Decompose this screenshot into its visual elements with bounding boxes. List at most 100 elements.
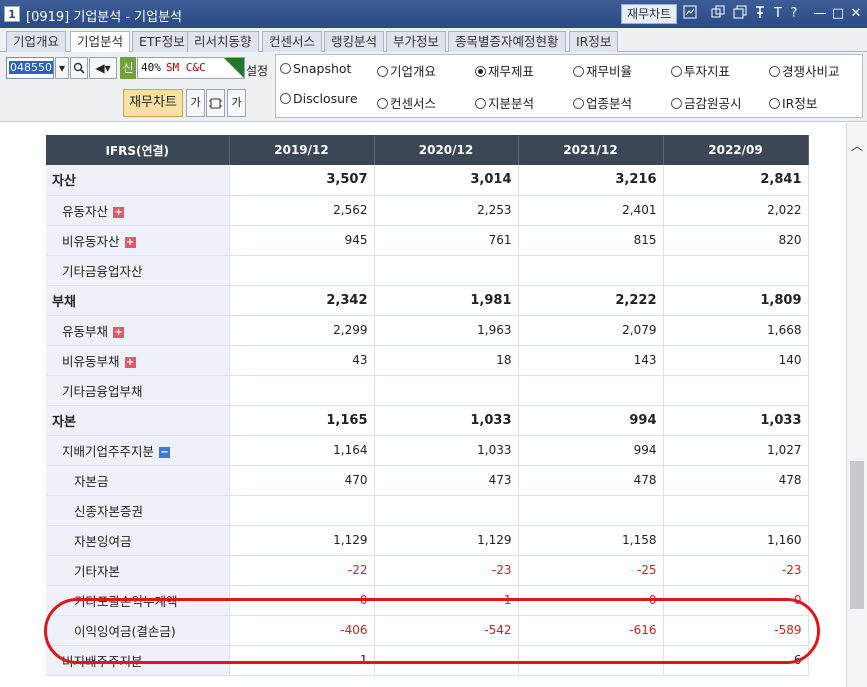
row-label-text: 기타금융업자산 <box>62 263 143 279</box>
row-label: 자본 <box>46 405 230 436</box>
tab-bar: 기업개요 기업분석 ETF정보 리서치동향 컨센서스 랭킹분석 부가정보 종목별… <box>0 28 867 53</box>
column-header: 2019/12 <box>229 135 375 165</box>
value-cell: 18 <box>374 345 519 376</box>
value-cell: -23 <box>663 555 809 586</box>
settings-button[interactable]: 설정 <box>246 62 268 79</box>
value-cell: 815 <box>518 225 664 256</box>
close-icon[interactable]: ✕ <box>848 5 864 23</box>
maximize-icon[interactable]: □ <box>830 5 846 23</box>
row-label-text: 자본잉여금 <box>74 533 132 549</box>
value-cell <box>663 495 809 526</box>
value-cell: 2,841 <box>663 165 809 196</box>
radio-label: 재무제표 <box>488 64 535 79</box>
expand-icon[interactable]: + <box>113 206 125 218</box>
value-cell <box>229 375 375 406</box>
radio-ir-info[interactable]: IR정보 <box>769 93 817 112</box>
font-size-button[interactable]: 가 <box>186 89 205 117</box>
pin-icon[interactable] <box>752 5 768 23</box>
radio-label: 투자지표 <box>684 64 731 79</box>
value-cell <box>518 375 664 406</box>
value-cell: 1,668 <box>663 315 809 346</box>
radio-financial-statements[interactable]: 재무제표 <box>475 61 534 80</box>
expand-icon[interactable]: + <box>124 236 136 248</box>
expand-icon[interactable]: + <box>113 326 125 338</box>
value-cell: -23 <box>374 555 519 586</box>
value-cell <box>229 495 375 526</box>
chart-icon[interactable] <box>682 5 698 23</box>
chevron-down-icon: ▾ <box>58 61 66 75</box>
radio-consensus[interactable]: 컨센서스 <box>377 93 436 112</box>
value-cell: 2,342 <box>229 285 375 316</box>
stock-code-input[interactable]: 048550 <box>6 57 54 79</box>
tab-ranking-analysis[interactable]: 랭킹분석 <box>324 31 385 52</box>
copy-icon[interactable] <box>710 5 726 23</box>
column-header: IFRS(연결) <box>46 135 230 165</box>
stock-name-box[interactable]: 40% SM C&C <box>137 57 245 79</box>
value-cell <box>374 255 519 286</box>
table-row: 지배기업주주지분 −1,164 1,033 994 1,027 <box>46 435 809 466</box>
row-label: 유동자산 + <box>46 195 230 226</box>
radio-company-overview[interactable]: 기업개요 <box>377 61 436 80</box>
value-cell: 1,129 <box>374 525 519 556</box>
tab-consensus[interactable]: 컨센서스 <box>262 31 323 52</box>
table-row: 자본 1,165 1,033 994 1,033 <box>46 405 809 436</box>
value-cell: 1,160 <box>663 525 809 556</box>
fin-chart-title-button[interactable]: 재무차트 <box>621 4 678 24</box>
row-label: 비유동자산 + <box>46 225 230 256</box>
window-icon[interactable] <box>732 5 748 23</box>
table-row: 신종자본증권 <box>46 495 809 526</box>
tab-company-overview[interactable]: 기업개요 <box>6 31 67 52</box>
value-cell: 478 <box>518 465 664 496</box>
radio-dot <box>377 66 388 77</box>
value-cell: 1,963 <box>374 315 519 346</box>
value-cell: 2,401 <box>518 195 664 226</box>
radio-shareholding[interactable]: 지분분석 <box>475 93 534 112</box>
tab-research-trend[interactable]: 리서치동향 <box>187 31 259 52</box>
value-cell: 945 <box>229 225 375 256</box>
value-cell: 3,216 <box>518 165 664 196</box>
value-cell: 1,027 <box>663 435 809 466</box>
radio-industry-analysis[interactable]: 업종분석 <box>573 93 632 112</box>
collapse-icon[interactable]: − <box>159 446 171 458</box>
radio-dot <box>475 66 486 77</box>
value-cell: 143 <box>518 345 664 376</box>
radio-competitor-compare[interactable]: 경쟁사비교 <box>769 61 840 80</box>
search-button[interactable] <box>70 57 88 79</box>
column-header: 2021/12 <box>518 135 664 165</box>
fit-button[interactable] <box>206 89 225 117</box>
scrollbar-thumb[interactable] <box>850 461 864 609</box>
radio-investment-index[interactable]: 투자지표 <box>671 61 730 80</box>
row-label-text: 비유동부채 <box>62 353 120 369</box>
margin-rate: 40% <box>141 61 161 74</box>
chevron-up-icon[interactable]: ︿ <box>851 137 863 154</box>
value-cell: 761 <box>374 225 519 256</box>
radio-financial-ratio[interactable]: 재무비율 <box>573 61 632 80</box>
radio-snapshot[interactable]: Snapshot <box>280 61 351 76</box>
radio-dot <box>671 66 682 77</box>
expand-icon[interactable]: + <box>124 356 136 368</box>
window-title-bar: 1 [0919] 기업분석 - 기업분석 재무차트 T ? — □ ✕ <box>0 0 867 28</box>
minimize-icon[interactable]: — <box>812 5 828 23</box>
value-cell: 1,033 <box>374 405 519 436</box>
radio-disclosure[interactable]: Disclosure <box>280 91 358 106</box>
font-icon[interactable]: T <box>770 5 786 23</box>
value-cell <box>663 375 809 406</box>
tab-company-analysis[interactable]: 기업분석 <box>70 31 131 53</box>
fin-chart-button[interactable]: 재무차트 <box>123 89 183 117</box>
code-dropdown-button[interactable]: ▾ <box>55 57 69 79</box>
row-label: 기타금융업부채 <box>46 375 230 406</box>
value-cell: 478 <box>663 465 809 496</box>
value-cell: 1,033 <box>374 435 519 466</box>
row-label-text: 유동부채 <box>62 323 109 339</box>
speaker-button[interactable]: ◀▾ <box>89 57 117 79</box>
vertical-scrollbar[interactable]: ︿ <box>846 123 867 687</box>
tab-capital-increase[interactable]: 종목별증자예정현황 <box>448 31 566 52</box>
tab-extra-info[interactable]: 부가정보 <box>386 31 447 52</box>
help-icon[interactable]: ? <box>786 5 802 23</box>
value-cell: 2,299 <box>229 315 375 346</box>
font-up-button[interactable]: 가 <box>227 89 246 117</box>
tab-etf-info[interactable]: ETF정보 <box>132 31 192 52</box>
tab-ir-info[interactable]: IR정보 <box>569 31 619 52</box>
radio-fss-disclosure[interactable]: 금감원공시 <box>671 93 742 112</box>
radio-label: Disclosure <box>293 91 358 106</box>
